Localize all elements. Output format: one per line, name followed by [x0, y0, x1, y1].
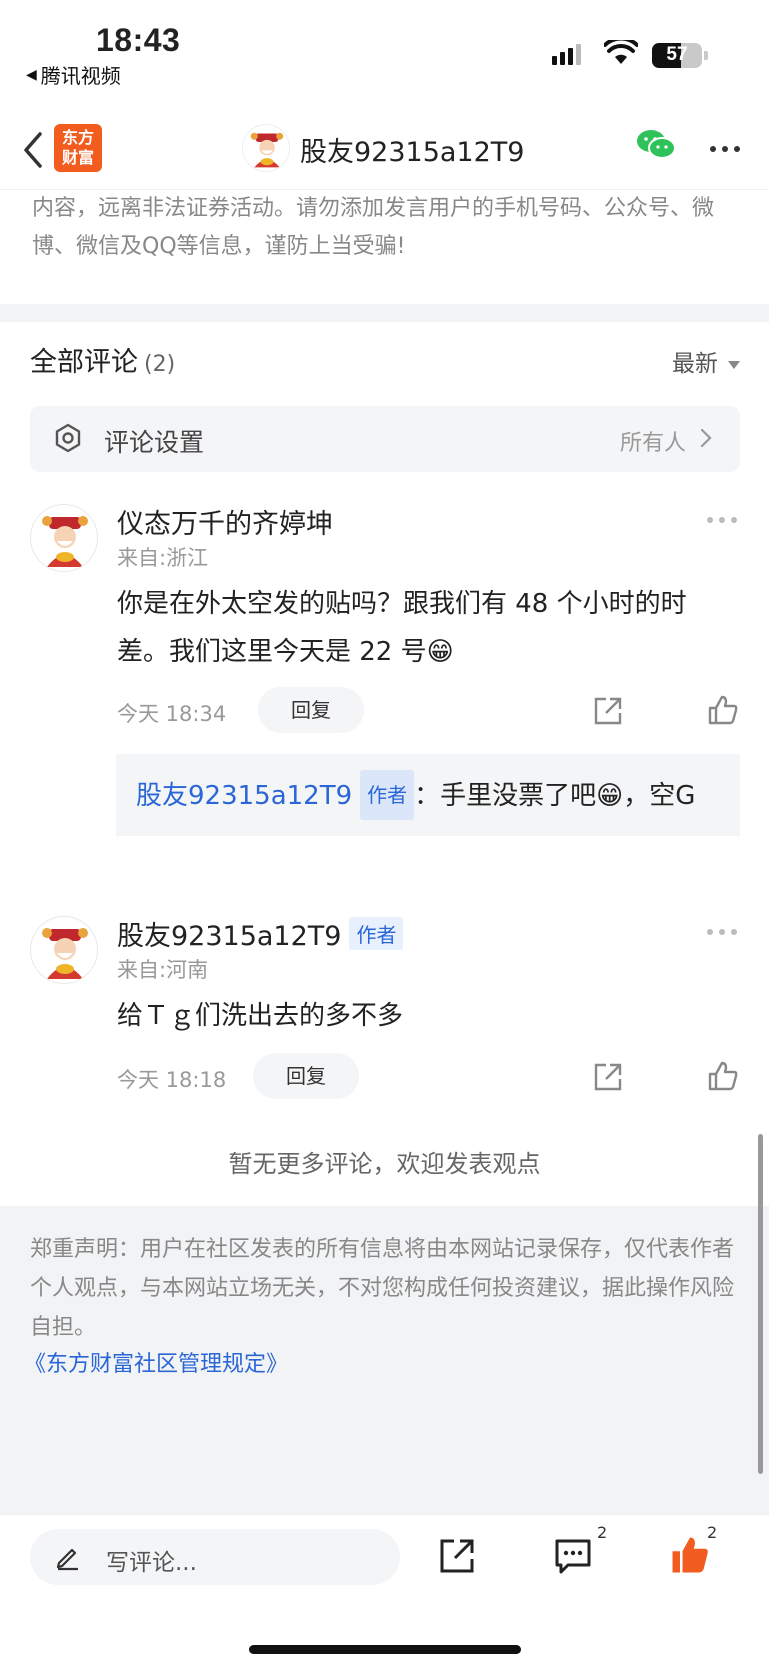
page-title: 股友92315a12T9	[300, 137, 525, 168]
logo-line1: 东方	[61, 128, 94, 147]
sub-reply[interactable]: 股友92315a12T9 作者 ：手里没票了吧😁，空G	[116, 754, 740, 836]
thumbs-up-icon[interactable]	[707, 1060, 739, 1092]
share-icon[interactable]	[592, 1061, 624, 1093]
eastmoney-logo[interactable]: 东方 财富	[54, 124, 102, 172]
scrollbar[interactable]	[758, 1134, 763, 1474]
comment-settings-label: 评论设置	[104, 428, 205, 457]
reply-button[interactable]: 回复	[258, 687, 364, 733]
nav-bar: 东方 财富 股友92315a12T9	[0, 110, 769, 190]
back-arrow-icon[interactable]	[18, 128, 48, 172]
disclaimer-text: 郑重声明：用户在社区发表的所有信息将由本网站记录保存，仅代表作者个人观点，与本网…	[30, 1237, 735, 1340]
comment-placeholder: 写评论...	[106, 1550, 197, 1576]
wechat-share-icon[interactable]	[636, 128, 676, 162]
comment-settings-row[interactable]: 评论设置 所有人	[30, 406, 740, 472]
reply-button[interactable]: 回复	[253, 1053, 359, 1099]
comment-item: 股友92315a12T9 作者 来自:河南 给Ｔｇ们洗出去的多不多 今天 18:1…	[0, 912, 769, 1112]
bottom-action-bar: 写评论... 2 2	[0, 1514, 769, 1665]
comment-text: 给Ｔｇ们洗出去的多不多	[117, 1001, 404, 1031]
sort-label: 最新	[672, 351, 718, 377]
avatar[interactable]	[30, 916, 98, 984]
wifi-icon	[604, 40, 638, 64]
comment-time: 今天 18:18	[117, 1068, 227, 1092]
status-bar: 18:43 ◀ 腾讯视频 57	[0, 0, 769, 100]
author-badge: 作者	[360, 770, 415, 820]
comment-icon[interactable]	[554, 1537, 592, 1575]
no-more-comments: 暂无更多评论，欢迎发表观点	[228, 1150, 541, 1178]
back-triangle-icon: ◀	[26, 66, 37, 83]
reply-separator: ：	[414, 781, 441, 811]
avatar[interactable]	[30, 504, 98, 572]
comment-item: 仪态万千的齐婷坤 来自:浙江 你是在外太空发的贴吗？跟我们有 48 个小时的时差…	[0, 500, 769, 880]
back-to-app-link[interactable]: ◀ 腾讯视频	[26, 60, 121, 89]
like-count: 2	[707, 1523, 718, 1542]
fortune-god-icon	[42, 928, 88, 979]
signal-icon	[552, 44, 581, 65]
chevron-right-icon	[700, 428, 712, 448]
more-options-icon[interactable]	[710, 146, 740, 152]
community-rules-link[interactable]: 《东方财富社区管理规定》	[24, 1346, 288, 1378]
status-time: 18:43	[96, 22, 181, 58]
comment-username[interactable]: 股友92315a12T9 作者	[117, 914, 404, 953]
comment-more-icon[interactable]	[707, 517, 737, 523]
fortune-god-icon	[42, 516, 88, 567]
disclaimer-section: 郑重声明：用户在社区发表的所有信息将由本网站记录保存，仅代表作者个人观点，与本网…	[0, 1206, 769, 1514]
battery-tip	[704, 51, 708, 60]
share-icon[interactable]	[592, 695, 624, 727]
author-avatar[interactable]	[242, 124, 290, 172]
back-app-label: 腾讯视频	[40, 64, 121, 88]
comments-header: 全部评论 (2) 最新	[30, 340, 740, 380]
comments-count: (2)	[144, 352, 176, 377]
comment-location: 来自:河南	[117, 958, 209, 982]
comment-settings-value: 所有人	[619, 431, 686, 456]
home-indicator	[249, 1645, 521, 1654]
comment-count: 2	[597, 1523, 608, 1542]
comments-title: 全部评论	[30, 347, 138, 378]
caret-down-icon	[728, 360, 740, 369]
comment-more-icon[interactable]	[707, 929, 737, 935]
comment-time: 今天 18:34	[117, 702, 227, 726]
share-icon[interactable]	[438, 1537, 476, 1575]
logo-line2: 财富	[61, 148, 94, 167]
reply-text: 手里没票了吧😁，空G	[440, 781, 696, 811]
thumbs-up-icon[interactable]	[707, 694, 739, 726]
comment-location: 来自:浙江	[117, 546, 209, 570]
username-text: 股友92315a12T9	[117, 921, 342, 952]
author-badge: 作者	[349, 917, 404, 950]
comment-username[interactable]: 仪态万千的齐婷坤	[117, 502, 333, 541]
section-divider	[0, 304, 769, 322]
fortune-god-icon	[243, 125, 289, 171]
thumbs-up-filled-icon[interactable]	[670, 1535, 710, 1575]
comment-input[interactable]: 写评论...	[30, 1529, 400, 1585]
risk-notice: 内容，远离非法证券活动。请勿添加发言用户的手机号码、公众号、微博、微信及QQ等信…	[32, 196, 715, 259]
username-text: 仪态万千的齐婷坤	[117, 509, 333, 540]
battery-icon: 57	[652, 43, 702, 68]
battery-percent: 57	[666, 44, 688, 65]
pen-icon	[56, 1548, 78, 1571]
gear-icon	[55, 423, 81, 453]
sort-dropdown[interactable]: 最新	[672, 344, 740, 378]
comment-text: 你是在外太空发的贴吗？跟我们有 48 个小时的时差。我们这里今天是 22 号😁	[117, 589, 687, 667]
reply-author-name[interactable]: 股友92315a12T9	[136, 781, 352, 811]
